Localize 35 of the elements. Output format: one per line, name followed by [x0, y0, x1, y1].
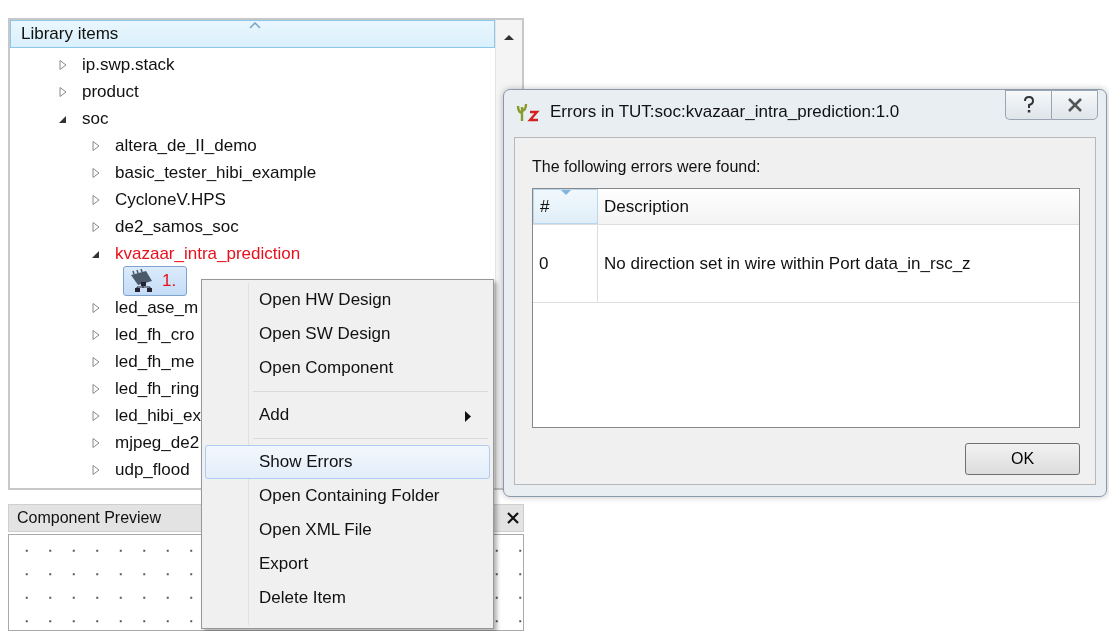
table-cell: 0 [533, 225, 598, 302]
dialog-message: The following errors were found: [532, 158, 762, 177]
menu-item[interactable]: Open XML File [205, 513, 490, 547]
tree-item[interactable]: ip.swp.stack [82, 54, 175, 75]
header-label: Library items [21, 24, 119, 44]
tree-item[interactable]: led_ase_m [115, 297, 199, 318]
menu-item[interactable]: Open SW Design [205, 317, 490, 351]
tree-item[interactable]: led_fh_ring [115, 378, 200, 399]
tree-item[interactable]: product [82, 81, 139, 102]
tree-item[interactable]: soc [82, 108, 109, 129]
column-header[interactable]: Library items [10, 20, 495, 48]
panel-title: Component Preview [17, 509, 162, 527]
tree-item[interactable]: led_fh_me [115, 351, 195, 372]
menu-item[interactable]: Add [205, 398, 490, 432]
tree-item[interactable]: basic_tester_hibi_example [115, 162, 317, 183]
menu-item[interactable]: Open HW Design [205, 283, 490, 317]
menu-item[interactable]: Open Containing Folder [205, 479, 490, 513]
tree-item[interactable]: led_fh_cro [115, 324, 195, 345]
menu-item[interactable]: Show Errors [205, 445, 490, 479]
tree-item[interactable]: de2_samos_soc [115, 216, 239, 237]
dialog-title: Errors in TUT:soc:kvazaar_intra_prediction:1.0 [550, 102, 900, 122]
menu-item[interactable]: Export [205, 547, 490, 581]
menu-item[interactable]: Delete Item [205, 581, 490, 615]
tree-item[interactable]: 1. [123, 265, 188, 296]
tree-item[interactable]: CycloneV.HPS [115, 189, 226, 210]
column-header[interactable]: # [533, 189, 598, 224]
column-header[interactable]: Description [598, 189, 1079, 224]
tree-item[interactable]: mjpeg_de2 [115, 432, 200, 453]
tree-item[interactable]: led_hibi_ex [115, 405, 201, 426]
tree-item[interactable]: udp_flood [115, 459, 190, 480]
tree-item[interactable]: altera_de_II_demo [115, 135, 257, 156]
tree-item[interactable]: kvazaar_intra_prediction [115, 243, 301, 264]
table-cell-text: No direction set in wire within Port data_in_rsc_z [603, 252, 972, 275]
menu-item[interactable]: Open Component [205, 351, 490, 385]
ok-button[interactable]: OK [965, 443, 1080, 475]
